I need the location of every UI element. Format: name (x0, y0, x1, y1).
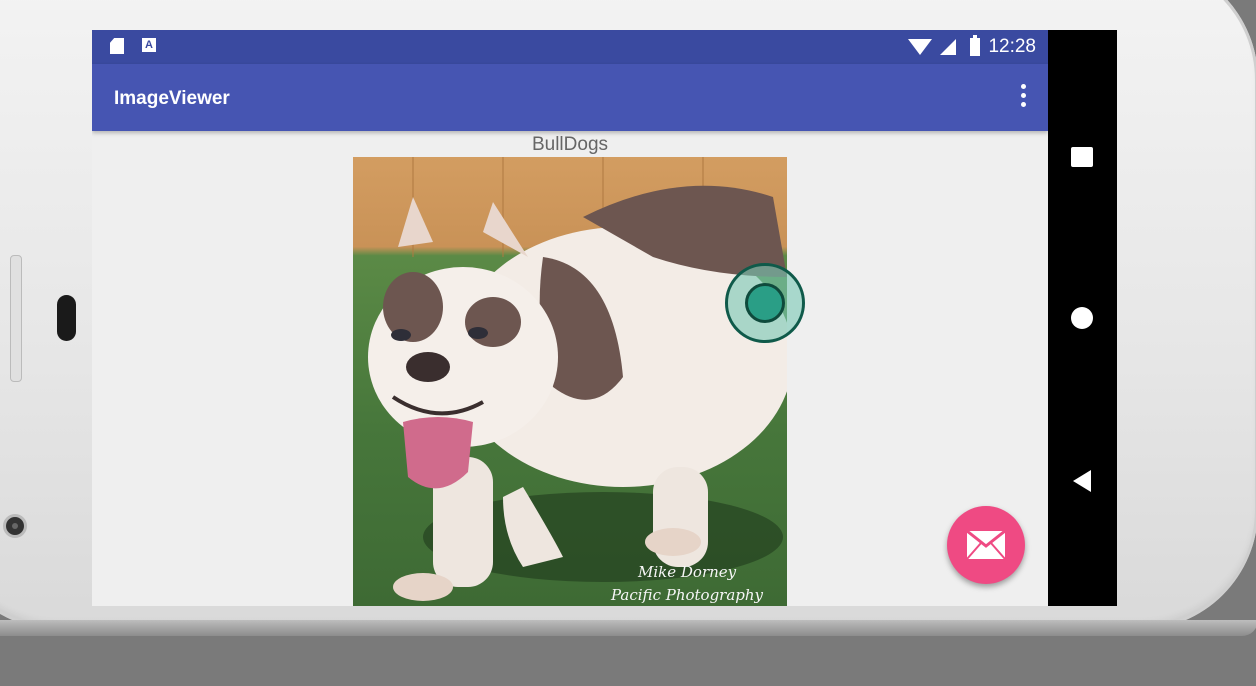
home-icon[interactable] (1071, 307, 1093, 329)
mail-icon (966, 530, 1006, 560)
sd-card-icon (110, 38, 124, 54)
battery-icon (970, 35, 981, 56)
mail-fab-button[interactable] (947, 506, 1025, 584)
photo-caption-line1: Mike Dorney (637, 563, 737, 581)
side-button[interactable] (10, 255, 22, 382)
status-time: 12:28 (988, 36, 1036, 57)
bulldog-illustration: Mike Dorney Pacific Photography (368, 157, 787, 604)
screen: A 12:28 ImageViewer BullDogs Mike Dorney… (92, 30, 1117, 606)
front-camera (3, 514, 27, 538)
status-bar: A 12:28 (92, 30, 1048, 64)
bulldog-photo[interactable]: Mike Dorney Pacific Photography (353, 157, 787, 606)
app-bar: ImageViewer (92, 64, 1048, 131)
touch-indicator (725, 263, 805, 343)
content-title: BullDogs (531, 134, 609, 155)
photo-caption-line2: Pacific Photography (610, 586, 764, 604)
app-title: ImageViewer (114, 88, 230, 109)
navigation-bar (1048, 30, 1117, 606)
signal-icon (940, 39, 957, 55)
phone-rim (0, 620, 1256, 636)
back-icon[interactable] (1073, 470, 1091, 492)
overflow-menu-icon[interactable] (1018, 84, 1028, 112)
font-a-icon: A (142, 38, 156, 52)
wifi-icon (908, 39, 933, 55)
recent-apps-icon[interactable] (1071, 147, 1093, 167)
speaker (57, 295, 76, 341)
